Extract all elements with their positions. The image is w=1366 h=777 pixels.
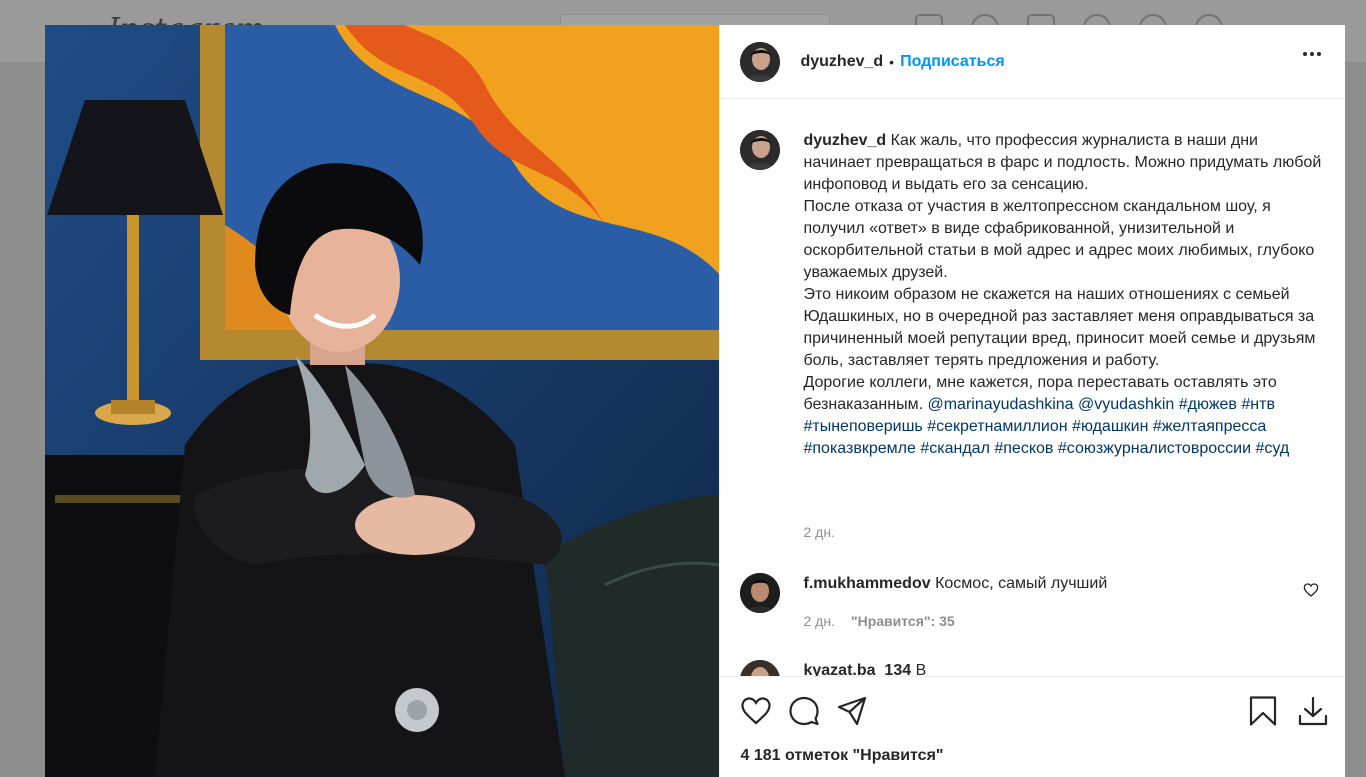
hashtag-link[interactable]: #дюжев bbox=[1179, 396, 1237, 413]
comment-icon[interactable] bbox=[788, 695, 820, 727]
hashtag-link[interactable]: #песков bbox=[994, 440, 1053, 457]
comment-item: kyazat.ba_134 В bbox=[740, 660, 1325, 676]
commenter-avatar[interactable] bbox=[740, 573, 781, 613]
send-icon[interactable] bbox=[836, 695, 868, 727]
hashtag-link[interactable]: #юдашкин bbox=[1072, 418, 1148, 435]
caption-timestamp[interactable]: 2 дн. bbox=[803, 524, 834, 540]
comment-meta: 2 дн. "Нравится": 35 bbox=[803, 613, 954, 629]
comment-text: В bbox=[915, 662, 927, 676]
hashtag-link[interactable]: #показвкремле bbox=[803, 440, 915, 457]
comment-likes-count[interactable]: "Нравится": 35 bbox=[851, 613, 955, 629]
hashtag-link[interactable]: #секретнамиллион bbox=[927, 418, 1067, 435]
follow-button[interactable]: Подписаться bbox=[900, 53, 1005, 71]
hashtag-link[interactable]: #суд bbox=[1255, 440, 1289, 457]
comment-text: Космос, самый лучший bbox=[935, 575, 1108, 592]
mention-link[interactable]: @marinayudashkina bbox=[927, 396, 1073, 413]
hashtag-link[interactable]: #союзжурналистовроссии bbox=[1058, 440, 1251, 457]
hashtag-link[interactable]: #нтв bbox=[1241, 396, 1275, 413]
heart-icon[interactable] bbox=[740, 695, 772, 727]
post-panel: dyuzhev_d • Подписаться dyuzhev_d Как жа… bbox=[719, 25, 1345, 777]
post-caption: dyuzhev_d Как жаль, что профессия журнал… bbox=[740, 130, 1325, 460]
commenter-username[interactable]: kyazat.ba_134 bbox=[803, 662, 911, 676]
post-actions: 4 181 отметок "Нравится" bbox=[720, 676, 1345, 777]
comment-item: f.mukhammedov Космос, самый лучший bbox=[740, 573, 1325, 613]
separator-dot: • bbox=[889, 53, 895, 70]
hashtag-link[interactable]: #скандал bbox=[920, 440, 990, 457]
commenter-username[interactable]: f.mukhammedov bbox=[803, 575, 930, 592]
likes-count[interactable]: 4 181 отметок "Нравится" bbox=[740, 747, 943, 765]
caption-text: dyuzhev_d Как жаль, что профессия журнал… bbox=[803, 130, 1323, 460]
caption-avatar[interactable] bbox=[740, 130, 781, 170]
mention-link[interactable]: @vyudashkin bbox=[1078, 396, 1174, 413]
comment-like-heart-icon[interactable] bbox=[1303, 582, 1319, 603]
more-horizontal-icon[interactable] bbox=[1303, 52, 1321, 56]
hashtag-link[interactable]: #желтаяпресса bbox=[1153, 418, 1266, 435]
bookmark-icon[interactable] bbox=[1247, 695, 1279, 727]
post-modal: dyuzhev_d • Подписаться dyuzhev_d Как жа… bbox=[45, 25, 1345, 777]
caption-paragraph-3: Это никоим образом не скажется на наших … bbox=[803, 286, 1316, 369]
comments-list[interactable]: dyuzhev_d Как жаль, что профессия журнал… bbox=[720, 100, 1345, 676]
hashtag-link[interactable]: #тынеповеришь bbox=[803, 418, 922, 435]
post-header: dyuzhev_d • Подписаться bbox=[720, 25, 1345, 99]
commenter-avatar[interactable] bbox=[740, 660, 781, 676]
author-username[interactable]: dyuzhev_d bbox=[800, 53, 883, 71]
caption-paragraph-2: После отказа от участия в желтопрессном … bbox=[803, 198, 1315, 281]
caption-username[interactable]: dyuzhev_d bbox=[803, 132, 886, 149]
download-icon[interactable] bbox=[1297, 695, 1329, 727]
comment-timestamp[interactable]: 2 дн. bbox=[803, 613, 834, 629]
author-avatar[interactable] bbox=[740, 41, 781, 82]
post-photo[interactable] bbox=[45, 25, 720, 777]
